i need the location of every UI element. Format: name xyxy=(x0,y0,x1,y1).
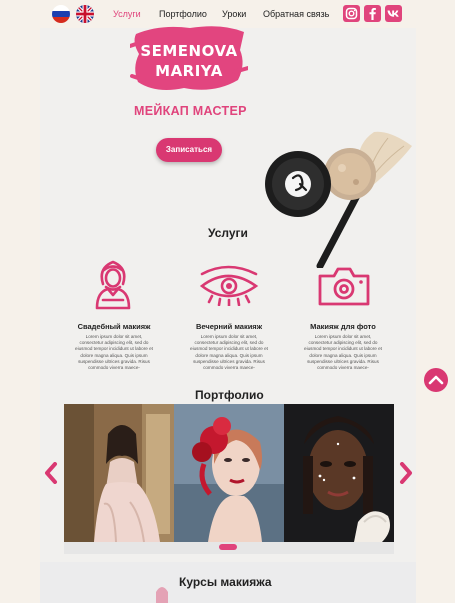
brand-logo[interactable]: SEMENOVA MARIYA xyxy=(130,20,248,96)
portfolio-section-title: Портфолио xyxy=(195,388,264,402)
logo-line-2: MARIYA xyxy=(155,62,223,80)
nav-link-lessons[interactable]: Уроки xyxy=(222,9,246,19)
russian-flag-icon[interactable] xyxy=(52,5,70,23)
vk-icon[interactable] xyxy=(385,5,402,22)
chevron-up-icon xyxy=(428,375,444,385)
service-title-evening: Вечерний макияж xyxy=(195,322,263,331)
portfolio-gallery xyxy=(64,404,394,554)
courses-section-title: Курсы макияжа xyxy=(179,575,272,589)
camera-icon xyxy=(318,267,370,306)
hero-title: МЕЙКАП МАСТЕР xyxy=(134,104,247,118)
gallery-next-arrow-icon[interactable] xyxy=(399,462,413,484)
service-title-wedding: Свадебный макияж xyxy=(77,322,151,331)
book-appointment-button[interactable]: Записаться xyxy=(156,138,222,162)
scroll-to-top-button[interactable] xyxy=(424,368,448,392)
nav-link-portfolio[interactable]: Портфолио xyxy=(159,9,207,19)
lipstick-image xyxy=(156,587,168,603)
portfolio-photo[interactable] xyxy=(284,404,394,542)
instagram-icon[interactable] xyxy=(343,5,360,22)
makeup-products-image xyxy=(265,131,412,268)
eye-makeup-icon xyxy=(199,265,259,306)
bride-icon xyxy=(95,260,131,310)
services-section-title: Услуги xyxy=(208,226,248,240)
gallery-prev-arrow-icon[interactable] xyxy=(44,462,58,484)
uk-flag-icon[interactable] xyxy=(76,5,94,23)
logo-line-1: SEMENOVA xyxy=(140,42,238,60)
nav-link-feedback[interactable]: Обратная связь xyxy=(263,9,329,19)
facebook-icon[interactable] xyxy=(364,5,381,22)
nav-link-services[interactable]: Услуги xyxy=(113,9,141,19)
portfolio-photo[interactable] xyxy=(64,404,174,542)
service-title-photo: Макияж для фото xyxy=(310,322,376,331)
gallery-pagination-dot[interactable] xyxy=(219,544,237,550)
service-desc-evening: Lorem ipsum dolor sit amet, consectetur … xyxy=(190,334,268,371)
service-desc-wedding: Lorem ipsum dolor sit amet, consectetur … xyxy=(75,334,153,371)
service-desc-photo: Lorem ipsum dolor sit amet, consectetur … xyxy=(304,334,382,371)
portfolio-photo[interactable] xyxy=(174,404,284,542)
